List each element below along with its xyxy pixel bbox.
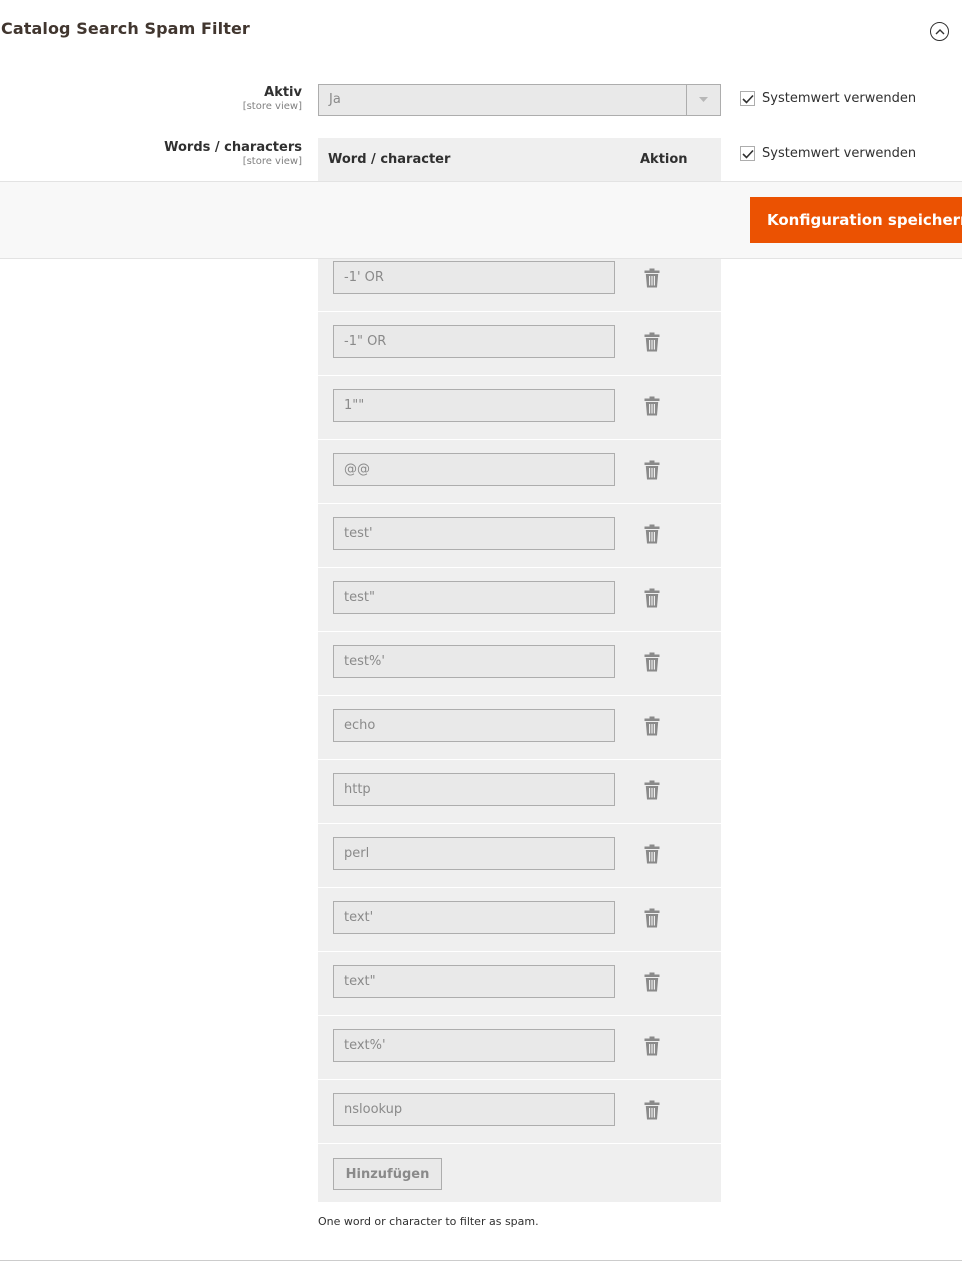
table-row: echo <box>318 696 721 760</box>
trash-icon[interactable] <box>644 1100 660 1120</box>
aktiv-system-value-checkbox[interactable] <box>740 91 755 106</box>
section-title: Catalog Search Spam Filter <box>1 19 250 38</box>
table-row: @@ <box>318 440 721 504</box>
words-system-value[interactable]: Systemwert verwenden <box>740 146 916 161</box>
trash-icon[interactable] <box>644 460 660 480</box>
word-input[interactable]: -1' OR <box>333 261 615 294</box>
save-config-button[interactable]: Konfiguration speichern <box>750 197 962 243</box>
trash-icon[interactable] <box>644 396 660 416</box>
add-row: Hinzufügen <box>318 1144 721 1202</box>
word-input[interactable]: @@ <box>333 453 615 486</box>
word-input[interactable]: http <box>333 773 615 806</box>
trash-icon[interactable] <box>644 268 660 288</box>
caret-down-icon <box>686 85 720 115</box>
table-row: text" <box>318 952 721 1016</box>
check-icon <box>741 149 754 159</box>
trash-icon[interactable] <box>644 332 660 352</box>
word-input[interactable]: text' <box>333 901 615 934</box>
trash-icon[interactable] <box>644 588 660 608</box>
table-row: http <box>318 760 721 824</box>
trash-icon[interactable] <box>644 972 660 992</box>
sticky-action-bar: Konfiguration speichern <box>0 181 962 259</box>
words-label: Words / characters [store view] <box>164 140 302 167</box>
words-table-header: Word / character Aktion <box>318 138 721 181</box>
field-note: One word or character to filter as spam. <box>318 1215 539 1228</box>
aktiv-select-value: Ja <box>329 92 341 107</box>
word-input[interactable]: test" <box>333 581 615 614</box>
trash-icon[interactable] <box>644 524 660 544</box>
word-input[interactable]: perl <box>333 837 615 870</box>
table-row: nslookup <box>318 1080 721 1144</box>
column-header-word: Word / character <box>328 152 451 167</box>
word-input[interactable]: -1" OR <box>333 325 615 358</box>
table-row: perl <box>318 824 721 888</box>
table-row: test' <box>318 504 721 568</box>
table-row: test" <box>318 568 721 632</box>
table-row: -1" OR <box>318 312 721 376</box>
trash-icon[interactable] <box>644 780 660 800</box>
words-system-value-checkbox[interactable] <box>740 146 755 161</box>
words-system-value-label: Systemwert verwenden <box>762 146 917 161</box>
table-row: test%' <box>318 632 721 696</box>
words-table-body: -1' OR -1" OR 1"" @@ test' test" test%' … <box>318 248 721 1202</box>
collapse-section-icon[interactable] <box>930 22 949 41</box>
word-input[interactable]: nslookup <box>333 1093 615 1126</box>
aktiv-select[interactable]: Ja <box>318 84 721 116</box>
word-input[interactable]: text%' <box>333 1029 615 1062</box>
word-input[interactable]: 1"" <box>333 389 615 422</box>
trash-icon[interactable] <box>644 716 660 736</box>
check-icon <box>741 94 754 104</box>
word-input[interactable]: text" <box>333 965 615 998</box>
aktiv-system-value-label: Systemwert verwenden <box>762 91 917 106</box>
word-input[interactable]: echo <box>333 709 615 742</box>
table-row: 1"" <box>318 376 721 440</box>
table-row: text' <box>318 888 721 952</box>
trash-icon[interactable] <box>644 844 660 864</box>
trash-icon[interactable] <box>644 652 660 672</box>
table-row: text%' <box>318 1016 721 1080</box>
aktiv-label-text: Aktiv <box>264 85 302 100</box>
trash-icon[interactable] <box>644 908 660 928</box>
section-divider <box>0 1260 962 1261</box>
aktiv-scope: [store view] <box>242 101 302 112</box>
words-label-text: Words / characters <box>164 140 302 155</box>
aktiv-label: Aktiv [store view] <box>243 85 302 112</box>
word-input[interactable]: test%' <box>333 645 615 678</box>
column-header-action: Aktion <box>640 152 688 167</box>
aktiv-system-value[interactable]: Systemwert verwenden <box>740 91 916 106</box>
words-scope: [store view] <box>242 156 302 167</box>
word-input[interactable]: test' <box>333 517 615 550</box>
trash-icon[interactable] <box>644 1036 660 1056</box>
add-word-button[interactable]: Hinzufügen <box>333 1158 442 1190</box>
